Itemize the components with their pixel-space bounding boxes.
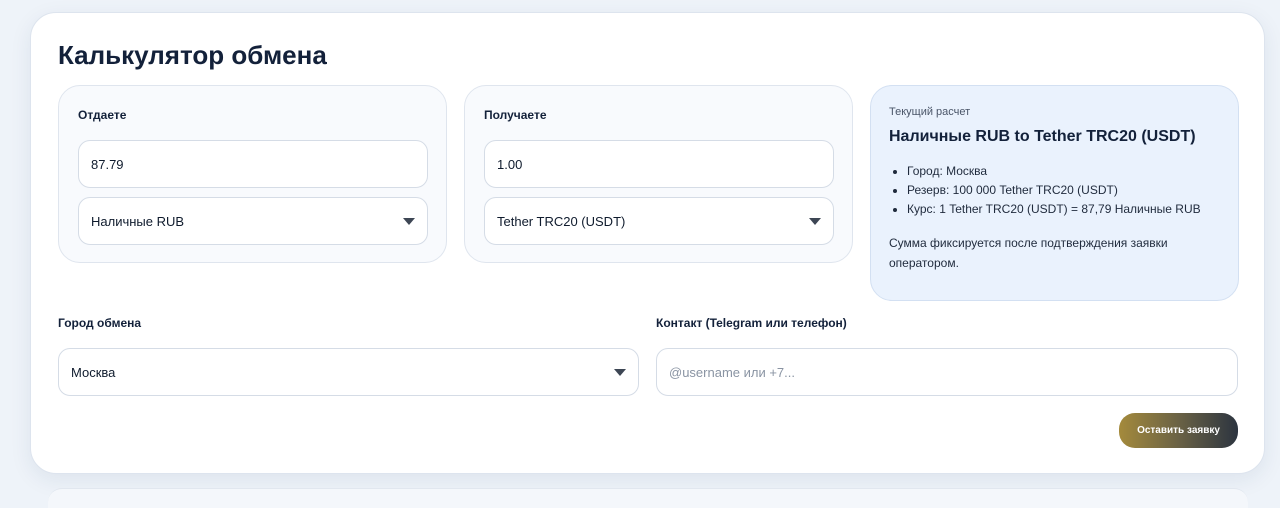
- exchange-calculator-card: Калькулятор обмена Отдаете 87.79 Наличны…: [30, 12, 1265, 474]
- give-currency-value: Наличные RUB: [91, 213, 185, 229]
- contact-input[interactable]: @username или +7...: [656, 348, 1238, 396]
- summary-note: Сумма фиксируется после подтверждения за…: [889, 236, 1168, 270]
- get-amount-value: 1.00: [497, 156, 523, 172]
- give-currency-select[interactable]: Наличные RUB: [78, 197, 428, 245]
- city-value: Москва: [71, 364, 116, 380]
- city-select[interactable]: Москва: [58, 348, 639, 396]
- next-section-edge: [48, 488, 1248, 508]
- give-label: Отдаете: [78, 108, 127, 122]
- page-title: Калькулятор обмена: [58, 40, 327, 70]
- summary-list: Город: Москва Резерв: 100 000 Tether TRC…: [889, 162, 1220, 219]
- summary-caption: Текущий расчет: [889, 106, 971, 118]
- contact-label: Контакт (Telegram или телефон): [656, 316, 847, 330]
- give-panel: Отдаете 87.79 Наличные RUB: [58, 85, 447, 263]
- summary-title: Наличные RUB to Tether TRC20 (USDT): [889, 128, 1196, 145]
- chevron-down-icon: [809, 217, 821, 225]
- contact-placeholder: @username или +7...: [669, 364, 795, 380]
- get-currency-select[interactable]: Tether TRC20 (USDT): [484, 197, 834, 245]
- summary-city-item: Город: Москва: [907, 162, 1220, 181]
- get-panel: Получаете 1.00 Tether TRC20 (USDT): [464, 85, 853, 263]
- summary-rate-item: Курс: 1 Tether TRC20 (USDT) = 87,79 Нали…: [907, 200, 1220, 219]
- chevron-down-icon: [403, 217, 415, 225]
- submit-request-button[interactable]: Оставить заявку: [1119, 413, 1238, 448]
- get-label: Получаете: [484, 108, 547, 122]
- get-amount-input[interactable]: 1.00: [484, 140, 834, 188]
- summary-reserve-item: Резерв: 100 000 Tether TRC20 (USDT): [907, 181, 1220, 200]
- give-amount-value: 87.79: [91, 156, 124, 172]
- give-amount-input[interactable]: 87.79: [78, 140, 428, 188]
- current-calculation-panel: Текущий расчет Наличные RUB to Tether TR…: [870, 85, 1239, 301]
- city-label: Город обмена: [58, 316, 142, 330]
- chevron-down-icon: [614, 368, 626, 376]
- get-currency-value: Tether TRC20 (USDT): [497, 213, 626, 229]
